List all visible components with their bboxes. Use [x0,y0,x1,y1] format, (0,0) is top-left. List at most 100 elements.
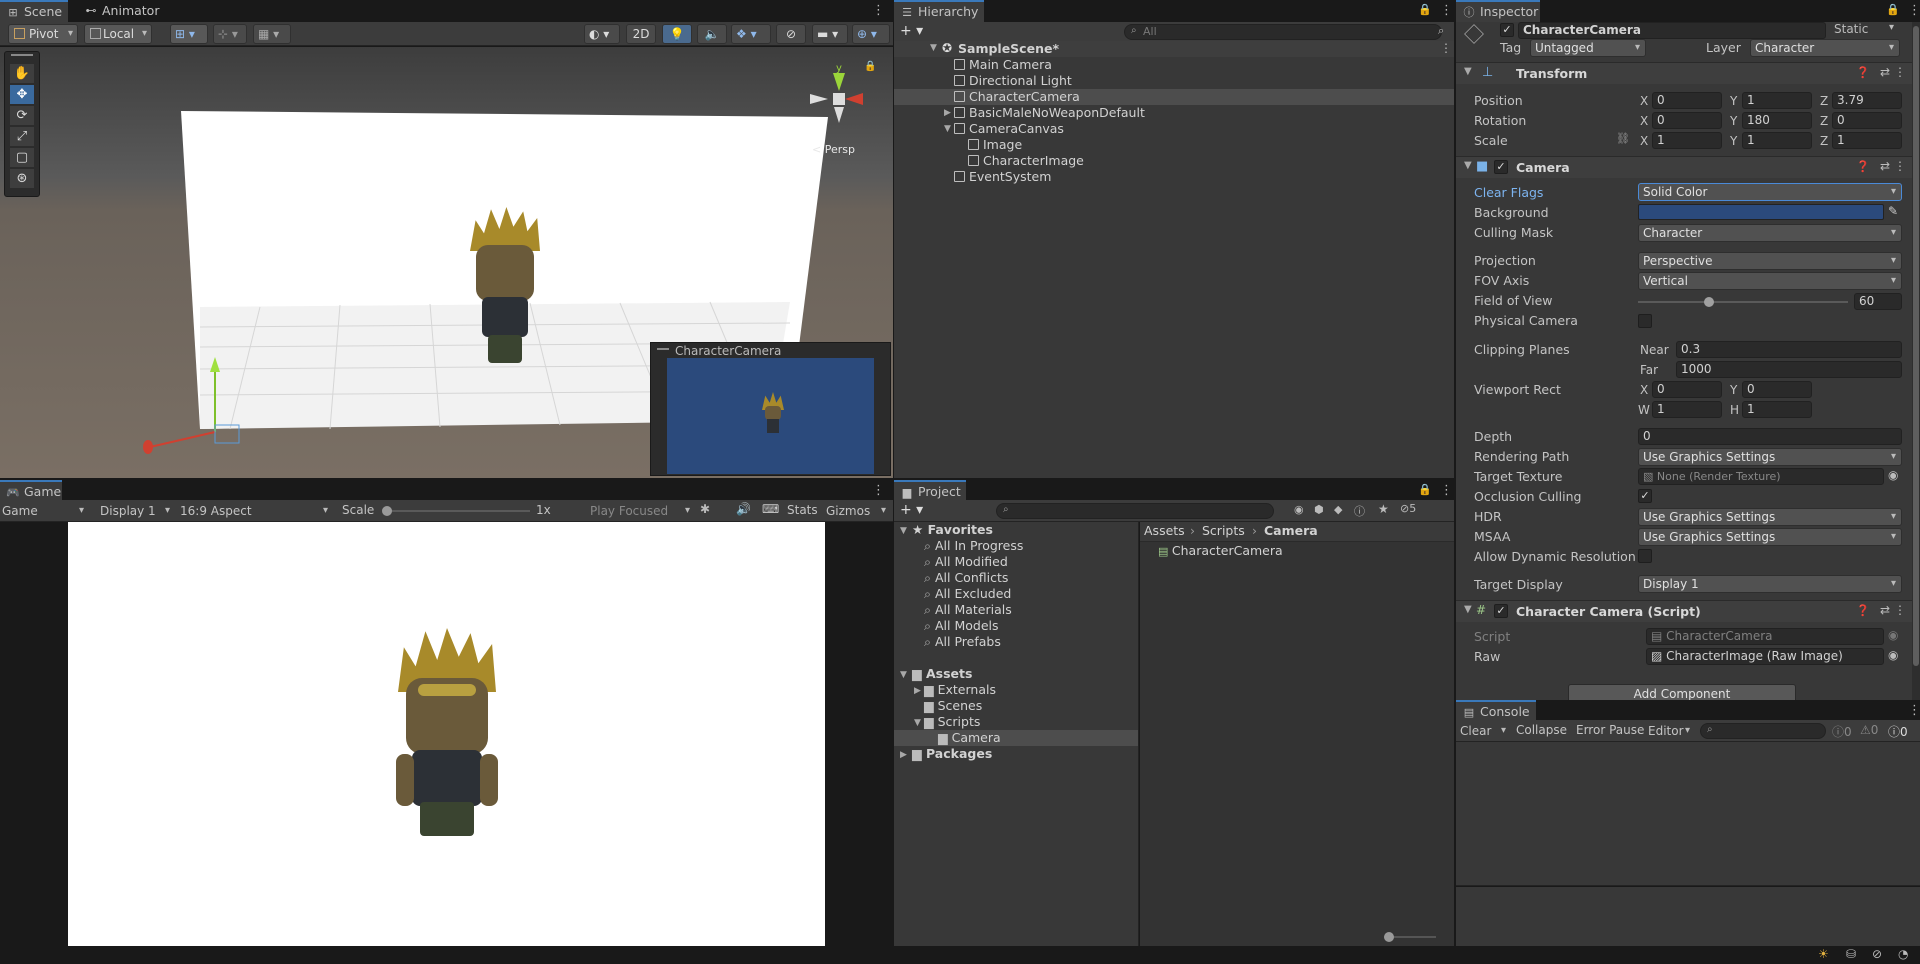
error-pause-toggle[interactable]: Error Pause [1576,723,1644,737]
mute-audio-icon[interactable]: 🔊 [736,502,751,516]
rotation-y-field[interactable]: 180 [1742,112,1812,129]
tab-scene[interactable]: ⊞ Scene [0,0,68,23]
packages-folder[interactable]: ▆ Packages [912,746,992,762]
game-view[interactable] [0,522,893,946]
scene-gizmo[interactable]: y 🔒 [800,57,880,137]
project-menu-icon[interactable]: ⋮ [1440,483,1453,498]
breadcrumb-camera[interactable]: Camera [1264,523,1318,539]
rotation-x-field[interactable]: 0 [1652,112,1722,129]
fov-slider-thumb[interactable] [1704,297,1714,307]
fov-slider[interactable] [1638,297,1848,307]
console-search[interactable]: ⌕ [1700,723,1826,739]
asset-folder[interactable]: ▆ Scripts [924,714,980,730]
rotation-z-field[interactable]: 0 [1832,112,1902,129]
expand-arrow-icon[interactable]: ▶ [944,108,951,118]
asset-folder[interactable]: ▆ Externals [924,682,996,698]
game-view-dropdown[interactable]: Game [2,502,88,520]
icon-size-slider[interactable] [1384,932,1436,942]
play-focused-dropdown[interactable]: Play Focused [590,502,694,520]
scene-root-row[interactable]: ▼ ✪ SampleScene* ⋮ [894,41,1454,57]
local-dropdown[interactable]: Local [84,24,152,44]
hierarchy-item[interactable]: EventSystem [954,169,1051,185]
component-menu-icon[interactable]: ⋮ [1894,65,1906,79]
preset-icon[interactable]: ⇄ [1880,159,1890,173]
expand-arrow-icon[interactable]: ▼ [900,670,907,680]
favorite-item[interactable]: ⌕ All In Progress [924,538,1023,554]
favorite-star-icon[interactable]: ★ [1378,502,1389,516]
viewport-y-field[interactable]: 0 [1742,381,1812,398]
cache-server-icon[interactable]: ⛁ [1846,947,1856,961]
breadcrumb-scripts[interactable]: Scripts [1202,523,1245,539]
search-by-type-icon[interactable]: ◉ [1294,503,1304,516]
editor-dropdown[interactable]: Editor [1648,722,1694,740]
hierarchy-search[interactable]: ⌕ All [1124,24,1442,40]
component-menu-icon[interactable]: ⋮ [1894,159,1906,173]
character-model-scene[interactable] [462,207,548,367]
position-z-field[interactable]: 3.79 [1832,92,1902,109]
camera-header[interactable]: ▼ ■ ✓ Camera ❓ ⇄ ⋮ [1456,156,1914,178]
favorite-item[interactable]: ⌕ All Conflicts [924,570,1008,586]
favorite-item[interactable]: ⌕ All Excluded [924,586,1011,602]
favorite-item[interactable]: ⌕ All Materials [924,602,1012,618]
constrain-proportions-icon[interactable]: ⛓ [1616,132,1630,145]
lighting-status-icon[interactable]: ☀ [1818,947,1829,961]
icon-size-slider-thumb[interactable] [1384,932,1394,942]
hand-tool-icon[interactable]: ✋ [10,64,34,83]
bug-icon[interactable]: ✱ [700,502,710,516]
clear-dropdown[interactable]: Clear [1460,722,1510,740]
inspector-scrollbar[interactable] [1912,22,1920,700]
rect-tool-icon[interactable]: ▢ [10,148,34,167]
game-panel-menu-icon[interactable]: ⋮ [872,483,885,498]
tab-inspector[interactable]: ⓘ Inspector [1456,0,1540,23]
position-x-field[interactable]: 0 [1652,92,1722,109]
raw-image-field[interactable]: ▨ CharacterImage (Raw Image) [1646,648,1884,665]
progress-icon[interactable]: ◔ [1898,947,1908,961]
favorites-header[interactable]: ★ Favorites [912,522,993,538]
project-add-button[interactable]: + ▾ [900,502,923,518]
clear-flags-dropdown[interactable]: Solid Color [1638,183,1902,201]
preset-icon[interactable]: ⇄ [1880,603,1890,617]
object-name-field[interactable]: CharacterCamera [1518,22,1826,39]
hidden-packages-icon[interactable]: ⊘5 [1400,502,1416,515]
physical-camera-checkbox[interactable] [1638,314,1652,328]
preset-icon[interactable]: ⇄ [1880,65,1890,79]
asset-folder-selected[interactable]: ▆ Camera [894,730,1138,746]
grid-visibility-button[interactable]: ▦ ▾ [253,24,291,44]
background-color-field[interactable] [1638,204,1884,220]
hierarchy-item[interactable]: BasicMaleNoWeaponDefault [954,105,1145,121]
2d-toggle[interactable]: 2D [626,24,656,44]
pivot-dropdown[interactable]: Pivot [8,24,78,44]
breadcrumb-assets[interactable]: Assets [1144,523,1185,539]
log-count-toggle[interactable]: ⓘ0 [1832,723,1852,740]
viewport-w-field[interactable]: 1 [1652,401,1722,418]
gizmos-button[interactable]: ⊕ ▾ [852,24,890,44]
search-by-label-icon[interactable]: ⬢ [1314,503,1324,516]
help-icon[interactable]: ❓ [1856,604,1870,617]
stats-button[interactable]: Stats [787,503,818,517]
inspector-menu-icon[interactable]: ⋮ [1908,3,1920,18]
camera-enabled-checkbox[interactable]: ✓ [1494,160,1508,174]
depth-field[interactable]: 0 [1638,428,1902,445]
msaa-dropdown[interactable]: Use Graphics Settings [1638,528,1902,546]
filter-icon[interactable]: ◆ [1334,503,1342,516]
lighting-toggle[interactable]: 💡 [662,24,692,44]
lock-icon[interactable]: 🔒 [864,61,876,72]
scene-view[interactable]: y 🔒 < Persp ✋ ✥ ⟳ ⤢ ▢ ⊛ CharacterCamera [0,47,893,478]
tag-dropdown[interactable]: Untagged [1530,39,1646,57]
asset-folder[interactable]: ▆ Scenes [924,698,982,714]
lock-icon[interactable]: 🔒 [1418,3,1432,16]
network-icon[interactable]: ⊘ [1872,947,1882,961]
position-y-field[interactable]: 1 [1742,92,1812,109]
scale-slider-thumb[interactable] [382,506,392,516]
inspector-scrollbar-thumb[interactable] [1913,26,1919,666]
transform-header[interactable]: ▼ ⊥ Transform ❓ ⇄ ⋮ [1456,62,1914,84]
script-component-header[interactable]: ▼ # ✓ Character Camera (Script) ❓ ⇄ ⋮ [1456,600,1914,622]
panel-menu-icon[interactable]: ⋮ [872,3,885,18]
near-field[interactable]: 0.3 [1676,341,1902,358]
help-icon[interactable]: ❓ [1856,160,1870,173]
far-field[interactable]: 1000 [1676,361,1902,378]
error-count-toggle[interactable]: ⓘ0 [1888,723,1908,740]
expand-arrow-icon[interactable]: ▼ [914,718,921,728]
culling-mask-dropdown[interactable]: Character [1638,224,1902,242]
add-component-button[interactable]: Add Component [1568,684,1796,700]
